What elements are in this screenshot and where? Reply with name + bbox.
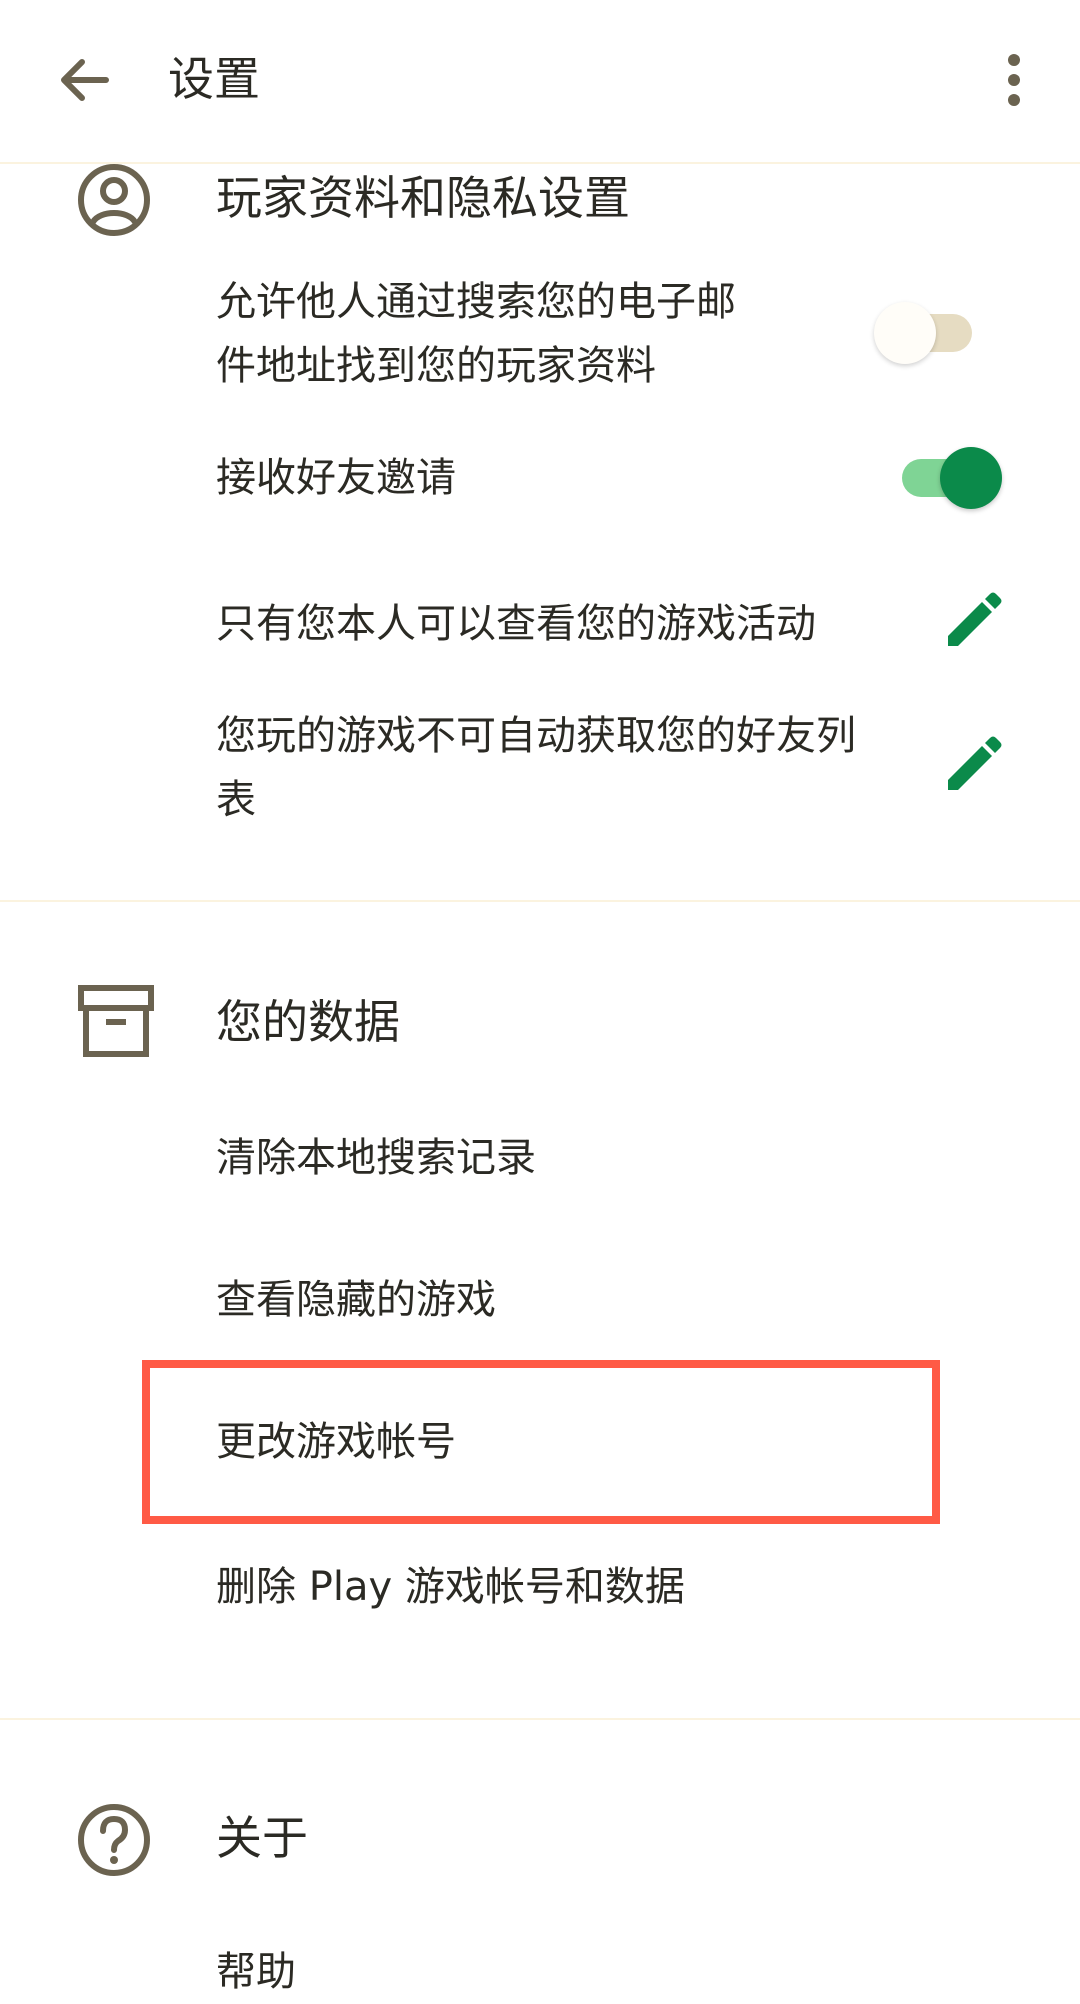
setting-email-search-label-line1: 允许他人通过搜索您的电子邮 (216, 279, 736, 325)
account-circle-icon (78, 164, 150, 236)
friend-invites-toggle[interactable] (902, 447, 1002, 509)
setting-friend-invites-label: 接收好友邀请 (216, 455, 456, 501)
section-title-profile: 玩家资料和隐私设置 (216, 171, 630, 225)
archive-box-icon (78, 985, 154, 1057)
view-hidden-games-item[interactable]: 查看隐藏的游戏 (216, 1268, 496, 1332)
delete-play-games-account-item[interactable]: 删除 Play 游戏帐号和数据 (216, 1555, 685, 1619)
highlight-box (142, 1360, 940, 1524)
more-vertical-icon[interactable] (990, 48, 1038, 112)
section-title-about: 关于 (216, 1811, 308, 1865)
toggle-thumb (940, 447, 1002, 509)
page-title: 设置 (168, 52, 260, 106)
app-bar: 设置 (0, 0, 1080, 164)
edit-pencil-icon[interactable] (940, 590, 1004, 654)
help-circle-icon (78, 1804, 150, 1876)
edit-pencil-icon[interactable] (940, 734, 1004, 798)
email-search-toggle[interactable] (874, 302, 980, 364)
setting-email-search-label-line2: 件地址找到您的玩家资料 (216, 343, 656, 389)
section-divider (0, 900, 1080, 902)
section-title-your-data: 您的数据 (216, 995, 400, 1049)
help-item[interactable]: 帮助 (216, 1940, 296, 2004)
setting-friends-list-label-line1: 您玩的游戏不可自动获取您的好友列 (216, 713, 856, 759)
clear-search-history-item[interactable]: 清除本地搜索记录 (216, 1126, 536, 1190)
toggle-thumb (874, 302, 936, 364)
setting-friends-list-label-line2: 表 (216, 777, 256, 823)
section-divider (0, 1718, 1080, 1720)
setting-game-activity-label: 只有您本人可以查看您的游戏活动 (216, 601, 816, 647)
arrow-left-icon[interactable] (52, 48, 116, 112)
